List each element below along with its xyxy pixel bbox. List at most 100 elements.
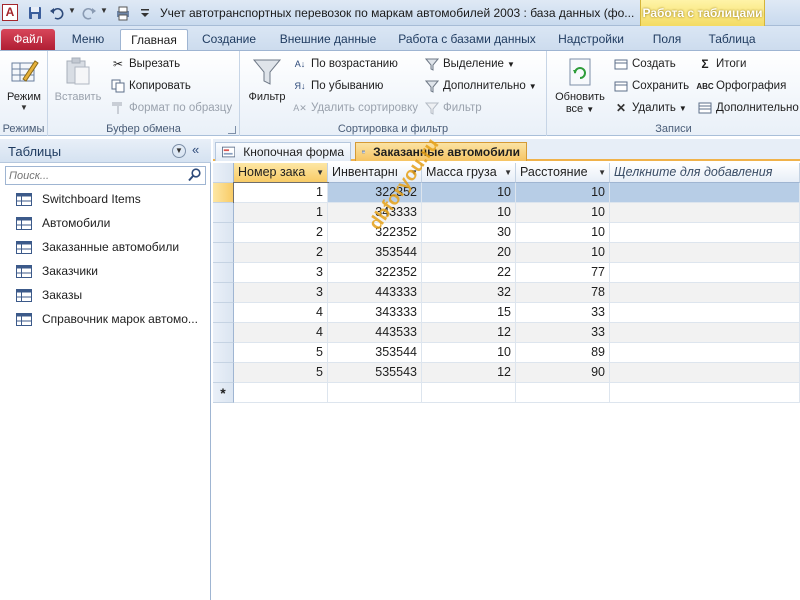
- undo-icon[interactable]: [48, 4, 66, 22]
- column-header-col-distance[interactable]: Расстояние ▼: [516, 163, 610, 183]
- row-selector[interactable]: [213, 243, 234, 263]
- table-cell[interactable]: 4: [234, 323, 328, 343]
- column-dropdown-icon[interactable]: ▼: [504, 163, 512, 182]
- table-cell-empty[interactable]: [610, 203, 800, 223]
- table-cell[interactable]: 1: [234, 203, 328, 223]
- nav-table-item[interactable]: Заказы: [0, 284, 210, 306]
- nav-table-item[interactable]: Автомобили: [0, 212, 210, 234]
- table-cell[interactable]: 15: [422, 303, 516, 323]
- column-header-col-order-number[interactable]: Номер зака ▼: [234, 163, 328, 183]
- new-record-button[interactable]: Создать: [613, 54, 676, 74]
- collapse-pane-icon[interactable]: «: [192, 142, 199, 157]
- row-selector[interactable]: [213, 263, 234, 283]
- row-selector[interactable]: [213, 303, 234, 323]
- tab-external-data[interactable]: Внешние данные: [271, 29, 385, 50]
- undo-dropdown-icon[interactable]: ▼: [68, 6, 76, 15]
- copy-button[interactable]: Копировать: [110, 76, 191, 96]
- table-cell[interactable]: 343333: [328, 203, 422, 223]
- row-selector[interactable]: [213, 203, 234, 223]
- save-icon[interactable]: [26, 4, 44, 22]
- new-record-cell[interactable]: [516, 383, 610, 403]
- column-dropdown-icon[interactable]: ▼: [316, 163, 324, 182]
- select-all-corner[interactable]: [213, 163, 234, 183]
- table-cell[interactable]: 90: [516, 363, 610, 383]
- table-cell[interactable]: 4: [234, 303, 328, 323]
- table-cell[interactable]: 78: [516, 283, 610, 303]
- new-record-cell[interactable]: [422, 383, 516, 403]
- row-selector[interactable]: [213, 183, 234, 203]
- spelling-button[interactable]: ABC Орфография: [696, 76, 786, 96]
- save-record-button[interactable]: Сохранить: [613, 76, 689, 96]
- nav-table-item[interactable]: Справочник марок автомо...: [0, 308, 210, 330]
- new-record-cell[interactable]: [328, 383, 422, 403]
- table-cell[interactable]: 10: [516, 223, 610, 243]
- tab-database-tools[interactable]: Работа с базами данных: [392, 29, 542, 50]
- nav-table-item[interactable]: Заказчики: [0, 260, 210, 282]
- nav-table-item[interactable]: Switchboard Items: [0, 188, 210, 210]
- tab-addins[interactable]: Надстройки: [549, 29, 633, 50]
- totals-button[interactable]: Σ Итоги: [697, 54, 746, 74]
- row-selector[interactable]: [213, 343, 234, 363]
- nav-search-input[interactable]: [6, 167, 186, 184]
- row-selector[interactable]: [213, 323, 234, 343]
- table-cell-empty[interactable]: [610, 303, 800, 323]
- table-cell[interactable]: 30: [422, 223, 516, 243]
- row-selector[interactable]: [213, 223, 234, 243]
- table-cell[interactable]: 10: [516, 243, 610, 263]
- table-cell[interactable]: 5: [234, 363, 328, 383]
- table-cell[interactable]: 10: [422, 343, 516, 363]
- toggle-filter-button[interactable]: Фильтр: [424, 98, 482, 118]
- view-button[interactable]: Режим ▼: [2, 55, 46, 112]
- refresh-all-button[interactable]: Обновить все ▼: [551, 55, 609, 115]
- customize-toolbar-icon[interactable]: [136, 4, 154, 22]
- paste-button[interactable]: Вставить: [54, 55, 102, 103]
- new-record-cell[interactable]: [610, 383, 800, 403]
- column-header-col-inventory-number[interactable]: Инвентарнı ▼: [328, 163, 422, 183]
- table-cell[interactable]: 20: [422, 243, 516, 263]
- table-cell[interactable]: 32: [422, 283, 516, 303]
- column-header-col-cargo-weight[interactable]: Масса груза ▼: [422, 163, 516, 183]
- table-cell-empty[interactable]: [610, 223, 800, 243]
- column-header-col-click-to-add[interactable]: Щелкните для добавления: [610, 163, 800, 183]
- delete-record-button[interactable]: ✕ Удалить ▼: [613, 98, 687, 118]
- sort-ascending-button[interactable]: A↓ По возрастанию: [292, 54, 398, 74]
- new-record-row-selector[interactable]: *: [213, 383, 234, 403]
- table-cell-empty[interactable]: [610, 283, 800, 303]
- more-records-button[interactable]: Дополнительно: [697, 98, 799, 118]
- tab-table[interactable]: Таблица: [700, 29, 764, 50]
- table-cell[interactable]: 2: [234, 223, 328, 243]
- table-cell[interactable]: 12: [422, 323, 516, 343]
- table-cell[interactable]: 322352: [328, 223, 422, 243]
- search-icon[interactable]: [188, 168, 202, 182]
- nav-table-item[interactable]: Заказанные автомобили: [0, 236, 210, 258]
- table-cell[interactable]: 10: [422, 203, 516, 223]
- column-dropdown-icon[interactable]: ▼: [410, 163, 418, 182]
- tab-menu[interactable]: Меню: [62, 29, 114, 50]
- table-cell[interactable]: 89: [516, 343, 610, 363]
- table-cell[interactable]: 322352: [328, 183, 422, 203]
- table-cell[interactable]: 3: [234, 283, 328, 303]
- table-cell[interactable]: 33: [516, 323, 610, 343]
- tab-fields[interactable]: Поля: [643, 29, 691, 50]
- selection-button[interactable]: Выделение ▼: [424, 54, 515, 74]
- tab-create[interactable]: Создание: [194, 29, 264, 50]
- redo-icon[interactable]: [80, 4, 98, 22]
- remove-sort-button[interactable]: A✕ Удалить сортировку: [292, 98, 418, 118]
- table-cell[interactable]: 443533: [328, 323, 422, 343]
- table-cell[interactable]: 3: [234, 263, 328, 283]
- nav-menu-dropdown-icon[interactable]: ▼: [172, 144, 186, 158]
- tab-home[interactable]: Главная: [120, 29, 188, 51]
- table-cell[interactable]: 353544: [328, 243, 422, 263]
- table-cell[interactable]: 12: [422, 363, 516, 383]
- table-cell[interactable]: 535543: [328, 363, 422, 383]
- table-cell-empty[interactable]: [610, 263, 800, 283]
- table-cell[interactable]: 33: [516, 303, 610, 323]
- doc-tab-switchboard-form[interactable]: Кнопочная форма: [215, 142, 351, 161]
- table-cell[interactable]: 322352: [328, 263, 422, 283]
- table-cell-empty[interactable]: [610, 363, 800, 383]
- new-record-cell[interactable]: [234, 383, 328, 403]
- advanced-filter-button[interactable]: Дополнительно ▼: [424, 76, 537, 96]
- table-cell[interactable]: 10: [516, 203, 610, 223]
- redo-dropdown-icon[interactable]: ▼: [100, 6, 108, 15]
- filter-button[interactable]: Фильтр: [244, 55, 290, 103]
